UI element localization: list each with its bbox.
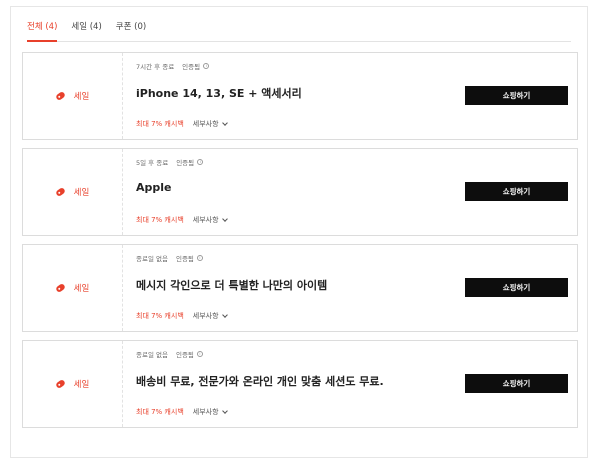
details-label: 세부사항 [192, 216, 219, 224]
deal-card: 세일 7시간 후 종료 인증됨 i iPhone 14, 13, SE + 액세… [22, 52, 578, 140]
sale-badge: 세일 [54, 90, 90, 102]
cashback-label: 최대 7% 캐시백 [136, 312, 184, 320]
deal-expiry: 5일 후 종료 [136, 159, 169, 167]
deal-card: 세일 종료일 없음 인증됨 i 메시지 각인으로 더 특별한 나만의 아이템 최… [22, 244, 578, 332]
deal-meta: 5일 후 종료 인증됨 i [136, 157, 436, 167]
sale-badge-label: 세일 [73, 188, 90, 198]
deal-title: iPhone 14, 13, SE + 액세서리 [136, 87, 302, 100]
deal-expiry: 7시간 후 종료 [136, 63, 175, 71]
details-toggle[interactable]: 세부사항 [192, 407, 228, 417]
verified-label: 인증됨 [175, 255, 194, 263]
deal-expiry: 종료일 없음 [136, 255, 168, 263]
cashback-label: 최대 7% 캐시백 [136, 216, 184, 224]
chevron-down-icon [221, 312, 228, 318]
sale-badge: 세일 [54, 282, 90, 294]
deal-meta: 종료일 없음 인증됨 i [136, 253, 436, 263]
chevron-down-icon [221, 120, 228, 126]
cashback-label: 최대 7% 캐시백 [136, 120, 184, 128]
tag-icon [54, 378, 66, 390]
shop-button[interactable]: 쇼핑하기 [465, 374, 568, 393]
deal-badge-area: 세일 [23, 245, 123, 331]
tab-coupon[interactable]: 쿠폰 (0) [116, 20, 146, 41]
details-toggle[interactable]: 세부사항 [192, 215, 228, 225]
deal-meta: 7시간 후 종료 인증됨 i [136, 61, 436, 71]
verified-label: 인증됨 [176, 159, 195, 167]
sale-badge-label: 세일 [73, 380, 90, 390]
deal-badge-area: 세일 [23, 53, 123, 139]
deal-badge-area: 세일 [23, 149, 123, 235]
details-toggle[interactable]: 세부사항 [192, 119, 228, 129]
deal-title: 배송비 무료, 전문가와 온라인 개인 맞춤 세션도 무료. [136, 375, 384, 388]
chevron-down-icon [221, 408, 228, 414]
info-icon[interactable]: i [197, 159, 204, 165]
tag-icon [54, 90, 66, 102]
shop-button[interactable]: 쇼핑하기 [465, 182, 568, 201]
info-icon[interactable]: i [196, 255, 203, 261]
deal-title: 메시지 각인으로 더 특별한 나만의 아이템 [136, 279, 328, 292]
shop-button[interactable]: 쇼핑하기 [465, 86, 568, 105]
details-toggle[interactable]: 세부사항 [192, 311, 228, 321]
tab-all[interactable]: 전체 (4) [27, 20, 58, 42]
details-label: 세부사항 [192, 408, 219, 416]
tag-icon [54, 186, 66, 198]
deal-card: 세일 5일 후 종료 인증됨 i Apple 최대 7% 캐시백 세부사항 쇼핑… [22, 148, 578, 236]
verified-label: 인증됨 [182, 63, 201, 71]
chevron-down-icon [221, 216, 228, 222]
sale-badge-label: 세일 [73, 284, 90, 294]
deal-card: 세일 종료일 없음 인증됨 i 배송비 무료, 전문가와 온라인 개인 맞춤 세… [22, 340, 578, 428]
sale-badge-label: 세일 [73, 92, 90, 102]
info-icon[interactable]: i [203, 63, 210, 69]
shop-button[interactable]: 쇼핑하기 [465, 278, 568, 297]
tag-icon [54, 282, 66, 294]
deal-meta: 종료일 없음 인증됨 i [136, 349, 436, 359]
sale-badge: 세일 [54, 378, 90, 390]
cashback-label: 최대 7% 캐시백 [136, 408, 184, 416]
deal-title: Apple [136, 181, 172, 194]
deals-panel: 전체 (4) 세일 (4) 쿠폰 (0) 세일 7시간 후 종료 인증됨 i i… [10, 6, 588, 458]
tab-sale[interactable]: 세일 (4) [71, 20, 101, 41]
deal-badge-area: 세일 [23, 341, 123, 427]
details-label: 세부사항 [192, 120, 219, 128]
deal-expiry: 종료일 없음 [136, 351, 168, 359]
details-label: 세부사항 [192, 312, 219, 320]
sale-badge: 세일 [54, 186, 90, 198]
verified-label: 인증됨 [175, 351, 194, 359]
tab-bar: 전체 (4) 세일 (4) 쿠폰 (0) [27, 7, 571, 42]
info-icon[interactable]: i [196, 351, 203, 357]
